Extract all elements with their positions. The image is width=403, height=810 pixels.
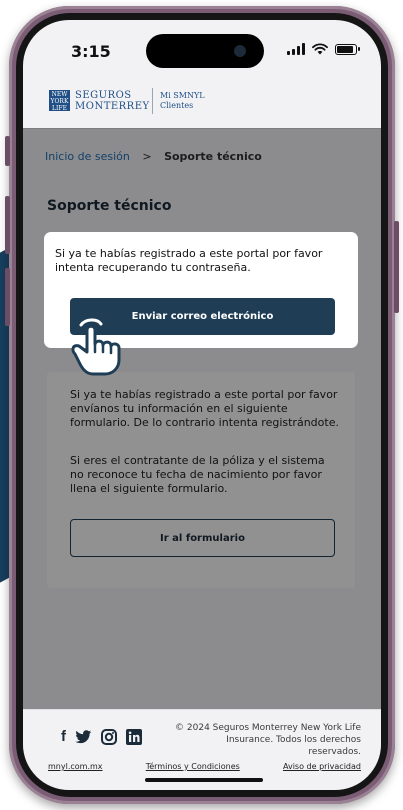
- phone-button-power: [394, 221, 399, 313]
- brand-line-1: SEGUROS: [75, 90, 132, 101]
- status-time: 3:15: [71, 42, 111, 61]
- copyright-text: © 2024 Seguros Monterrey New York Life I…: [175, 723, 361, 757]
- battery-icon: [335, 43, 360, 55]
- phone-button-action: [5, 136, 10, 166]
- form-card-text-2: Si eres el contratante de la póliza y el…: [70, 454, 325, 495]
- recover-card-text: Si ya te habías registrado a este portal…: [55, 247, 323, 274]
- brand-sub-1: Mi SMNYL: [160, 91, 205, 100]
- brand-line-2: MONTERREY: [75, 101, 150, 112]
- page-title: Soporte técnico: [47, 198, 172, 214]
- footer-link-terms[interactable]: Términos y Condiciones: [146, 762, 240, 771]
- brand-sub-2: Clientes: [160, 101, 194, 110]
- phone-screen: 3:15 NEW YORK LIFE SEGUROS MONTERREY Mi …: [23, 20, 381, 790]
- camera-icon: [234, 45, 246, 57]
- form-card-text-1: Si ya te habías registrado a este portal…: [70, 388, 339, 429]
- phone-button-volume-down: [5, 268, 10, 326]
- twitter-icon[interactable]: [75, 729, 92, 744]
- footer: f © 2024 Seguros Monterrey New York Life…: [23, 709, 381, 790]
- tap-hand-icon: [71, 318, 121, 376]
- instagram-icon[interactable]: [101, 728, 117, 745]
- form-support-card: Si ya te habías registrado a este portal…: [47, 372, 355, 588]
- phone-frame: 3:15 NEW YORK LIFE SEGUROS MONTERREY Mi …: [5, 6, 399, 804]
- go-to-form-button[interactable]: Ir al formulario: [70, 519, 335, 557]
- facebook-icon[interactable]: f: [61, 728, 66, 745]
- wifi-icon: [312, 43, 328, 55]
- brand-logo-mark[interactable]: NEW YORK LIFE: [49, 90, 70, 112]
- dynamic-island: [146, 34, 264, 68]
- phone-button-volume-up: [5, 196, 10, 254]
- social-links: f: [61, 728, 142, 745]
- breadcrumb-link-login[interactable]: Inicio de sesión: [45, 150, 130, 163]
- footer-link-privacy[interactable]: Aviso de privacidad: [283, 762, 361, 771]
- breadcrumb-separator: >: [142, 150, 152, 163]
- home-indicator[interactable]: [145, 778, 263, 782]
- breadcrumb-current: Soporte técnico: [164, 150, 262, 163]
- linkedin-icon[interactable]: [126, 728, 142, 745]
- status-icons: [287, 43, 360, 55]
- brand-name: SEGUROS MONTERREY: [75, 90, 150, 112]
- footer-link-site[interactable]: mnyl.com.mx: [48, 762, 103, 771]
- signal-icon: [287, 43, 305, 55]
- brand-mark-text: NEW YORK LIFE: [50, 91, 69, 112]
- footer-links: mnyl.com.mx Términos y Condiciones Aviso…: [48, 762, 361, 771]
- app-header: NEW YORK LIFE SEGUROS MONTERREY Mi SMNYL…: [23, 76, 381, 129]
- breadcrumb: Inicio de sesión > Soporte técnico: [45, 150, 262, 163]
- brand-subtitle: Mi SMNYL Clientes: [160, 91, 205, 111]
- brand-divider: [152, 88, 153, 114]
- status-bar: 3:15: [23, 20, 381, 72]
